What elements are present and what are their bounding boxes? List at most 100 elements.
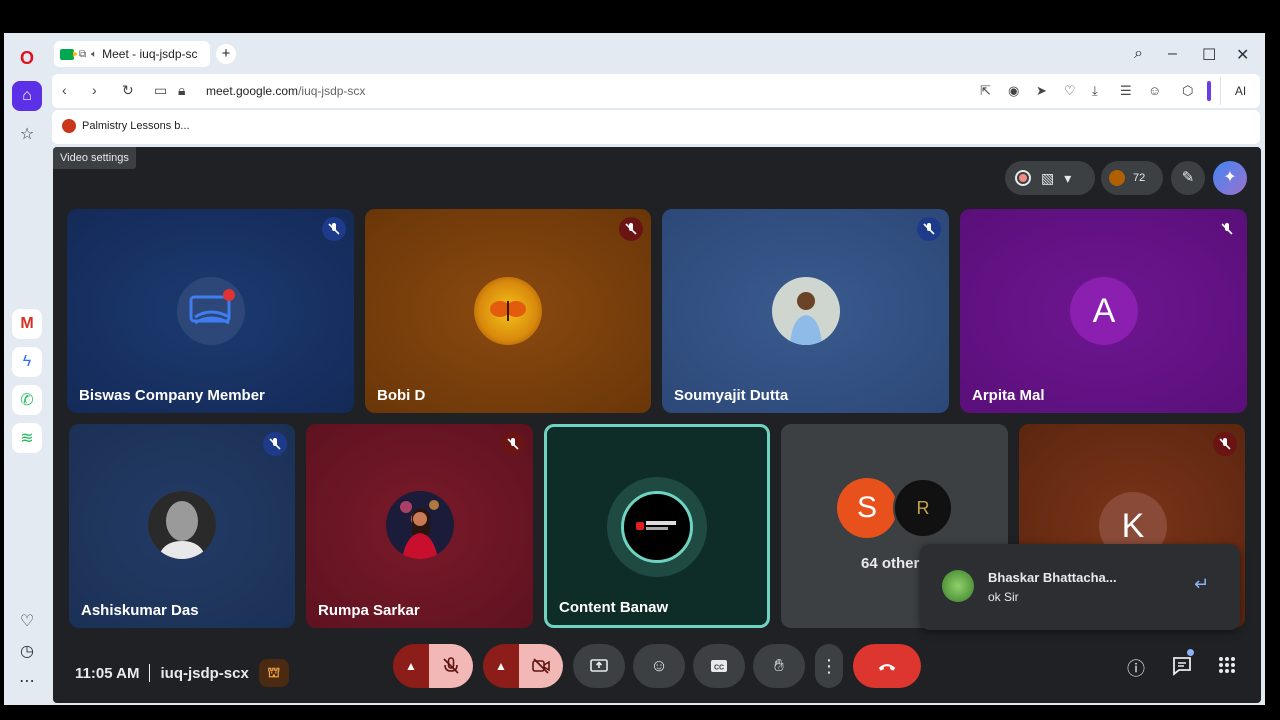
- home-icon[interactable]: ⌂: [12, 81, 42, 111]
- participant-count: 72: [1133, 172, 1146, 184]
- message-text: ok Sir: [988, 590, 1019, 604]
- ai-label: AI: [1234, 84, 1247, 98]
- camera-options-chevron-icon[interactable]: ▲: [483, 644, 519, 688]
- participant-name: Content Banaw: [559, 599, 669, 616]
- camera-control: ▲: [483, 644, 563, 688]
- participant-name: Arpita Mal: [972, 387, 1045, 404]
- present-screen-button[interactable]: [573, 644, 625, 688]
- participant-tile[interactable]: Rumpa Sarkar: [306, 424, 533, 628]
- others-count: 64 other: [861, 555, 920, 572]
- camera-off-button[interactable]: [519, 644, 563, 688]
- screen-border-top: [0, 0, 1280, 33]
- mic-off-icon: [322, 217, 346, 241]
- mic-off-icon: [263, 432, 287, 456]
- raise-hand-button[interactable]: ✋︎: [753, 644, 805, 688]
- sender-avatar: [942, 570, 974, 602]
- recording-icon: [1015, 170, 1031, 186]
- participant-name: Biswas Company Member: [79, 387, 265, 404]
- participant-name: Bobi D: [377, 387, 426, 404]
- easy-setup-icon[interactable]: ☰: [1120, 83, 1132, 99]
- participant-tile[interactable]: Ashiskumar Das: [69, 424, 295, 628]
- participants-pill[interactable]: 72: [1101, 161, 1163, 195]
- speaker-icon[interactable]: 🔈︎: [91, 49, 97, 60]
- avatar: A: [1070, 277, 1138, 345]
- close-window-icon[interactable]: ✕: [1236, 45, 1249, 65]
- gemini-icon[interactable]: ✦: [1213, 161, 1247, 195]
- avatar: [474, 277, 542, 345]
- clock: 11:05 AM: [75, 664, 140, 682]
- mic-off-icon: [1213, 432, 1237, 456]
- tab-share-icon: ⧉: [79, 48, 87, 60]
- participant-name: Soumyajit Dutta: [674, 387, 789, 404]
- participant-tile[interactable]: Soumyajit Dutta: [662, 209, 949, 413]
- opera-logo-icon[interactable]: O: [12, 43, 42, 73]
- download-icon[interactable]: ⤓: [1092, 83, 1098, 99]
- meeting-info: 11:05 AM iuq-jsdp-scx ⛫: [75, 659, 289, 687]
- camera-permission-icon[interactable]: ▭: [154, 82, 167, 99]
- search-tabs-icon[interactable]: ⌕: [1134, 45, 1143, 63]
- aria-ai-button[interactable]: AI: [1220, 77, 1260, 105]
- history-icon[interactable]: ◷: [12, 636, 42, 666]
- bookmarks-bar: Palmistry Lessons b...: [52, 110, 1260, 144]
- chat-notification[interactable]: Bhaskar Bhattacha... ok Sir ↵: [920, 544, 1240, 630]
- mic-options-chevron-icon[interactable]: ▲: [393, 644, 429, 688]
- meeting-details-icon[interactable]: ⓘ: [1127, 655, 1145, 681]
- favorite-icon[interactable]: ♡: [1064, 83, 1076, 99]
- avatar: [386, 491, 454, 559]
- meet-call-area: Video settings ▧ ▾ 72 ✎ ✦ Biswas Company…: [53, 147, 1261, 703]
- more-options-button[interactable]: ⋮: [815, 644, 843, 688]
- avatar: [148, 491, 216, 559]
- mic-off-icon: [917, 217, 941, 241]
- bookmark-palmistry[interactable]: Palmistry Lessons b...: [62, 119, 190, 133]
- snapshot-icon[interactable]: ◉: [1008, 83, 1019, 99]
- whatsapp-icon[interactable]: ✆: [12, 385, 42, 415]
- heart-icon[interactable]: ♡: [12, 606, 42, 636]
- gmail-icon[interactable]: M: [12, 309, 42, 339]
- send-icon[interactable]: ➤: [1036, 83, 1047, 99]
- participant-tile[interactable]: A Arpita Mal: [960, 209, 1247, 413]
- participant-name: Rumpa Sarkar: [318, 602, 420, 619]
- extensions-icon[interactable]: ⬡: [1182, 83, 1193, 99]
- reply-icon[interactable]: ↵: [1194, 574, 1209, 595]
- avatar: [177, 277, 245, 345]
- emoji-reactions-button[interactable]: ☺: [633, 644, 685, 688]
- tab-meet[interactable]: ⧉ 🔈︎ Meet - iuq-jsdp-sc: [54, 41, 210, 67]
- screen-border-right: [1265, 33, 1280, 705]
- avatar: [621, 491, 693, 563]
- tab-title: Meet - iuq-jsdp-sc: [102, 47, 198, 61]
- participant-tile-active-speaker[interactable]: Content Banaw: [544, 424, 770, 628]
- mic-off-icon: [619, 217, 643, 241]
- url-field[interactable]: meet.google.com/iuq-jsdp-scx: [206, 84, 365, 98]
- bookmark-favicon-icon: [62, 119, 76, 133]
- meet-icon: [60, 48, 78, 60]
- more-icon[interactable]: ⋯: [12, 666, 42, 696]
- participant-avatar: [1107, 168, 1127, 188]
- mic-off-button[interactable]: [429, 644, 473, 688]
- minimize-icon[interactable]: –: [1168, 45, 1177, 63]
- new-tab-button[interactable]: +: [216, 44, 236, 64]
- url-host: meet.google.com: [206, 84, 299, 98]
- activities-icon[interactable]: [1217, 655, 1237, 680]
- profile-icon[interactable]: ☺: [1148, 83, 1161, 98]
- messenger-icon[interactable]: ϟ: [12, 347, 42, 377]
- participant-tile[interactable]: Biswas Company Member: [67, 209, 354, 413]
- share-icon[interactable]: ⇱: [980, 83, 991, 99]
- sender-name: Bhaskar Bhattacha...: [988, 570, 1117, 585]
- recording-pill[interactable]: ▧ ▾: [1005, 161, 1095, 195]
- url-path: /iuq-jsdp-scx: [298, 84, 366, 98]
- opera-sidebar: O ⌂ ☆ M ϟ ✆ ≋ ♡ ◷ ⋯: [4, 33, 50, 705]
- reload-icon[interactable]: ↻: [122, 82, 134, 99]
- lock-icon[interactable]: 🔒︎: [178, 82, 185, 99]
- pen-icon[interactable]: ✎: [1171, 161, 1205, 195]
- chat-icon[interactable]: [1171, 655, 1193, 682]
- chevron-down-icon: ▾: [1064, 169, 1072, 186]
- spotify-icon[interactable]: ≋: [12, 423, 42, 453]
- back-icon[interactable]: ‹: [62, 82, 67, 98]
- host-controls-icon[interactable]: ⛫: [258, 659, 289, 687]
- star-icon[interactable]: ☆: [12, 119, 42, 149]
- participant-tile[interactable]: Bobi D: [365, 209, 651, 413]
- forward-icon[interactable]: ›: [92, 82, 97, 98]
- captions-button[interactable]: CC: [693, 644, 745, 688]
- maximize-icon[interactable]: ☐: [1202, 45, 1216, 65]
- end-call-button[interactable]: [853, 644, 921, 688]
